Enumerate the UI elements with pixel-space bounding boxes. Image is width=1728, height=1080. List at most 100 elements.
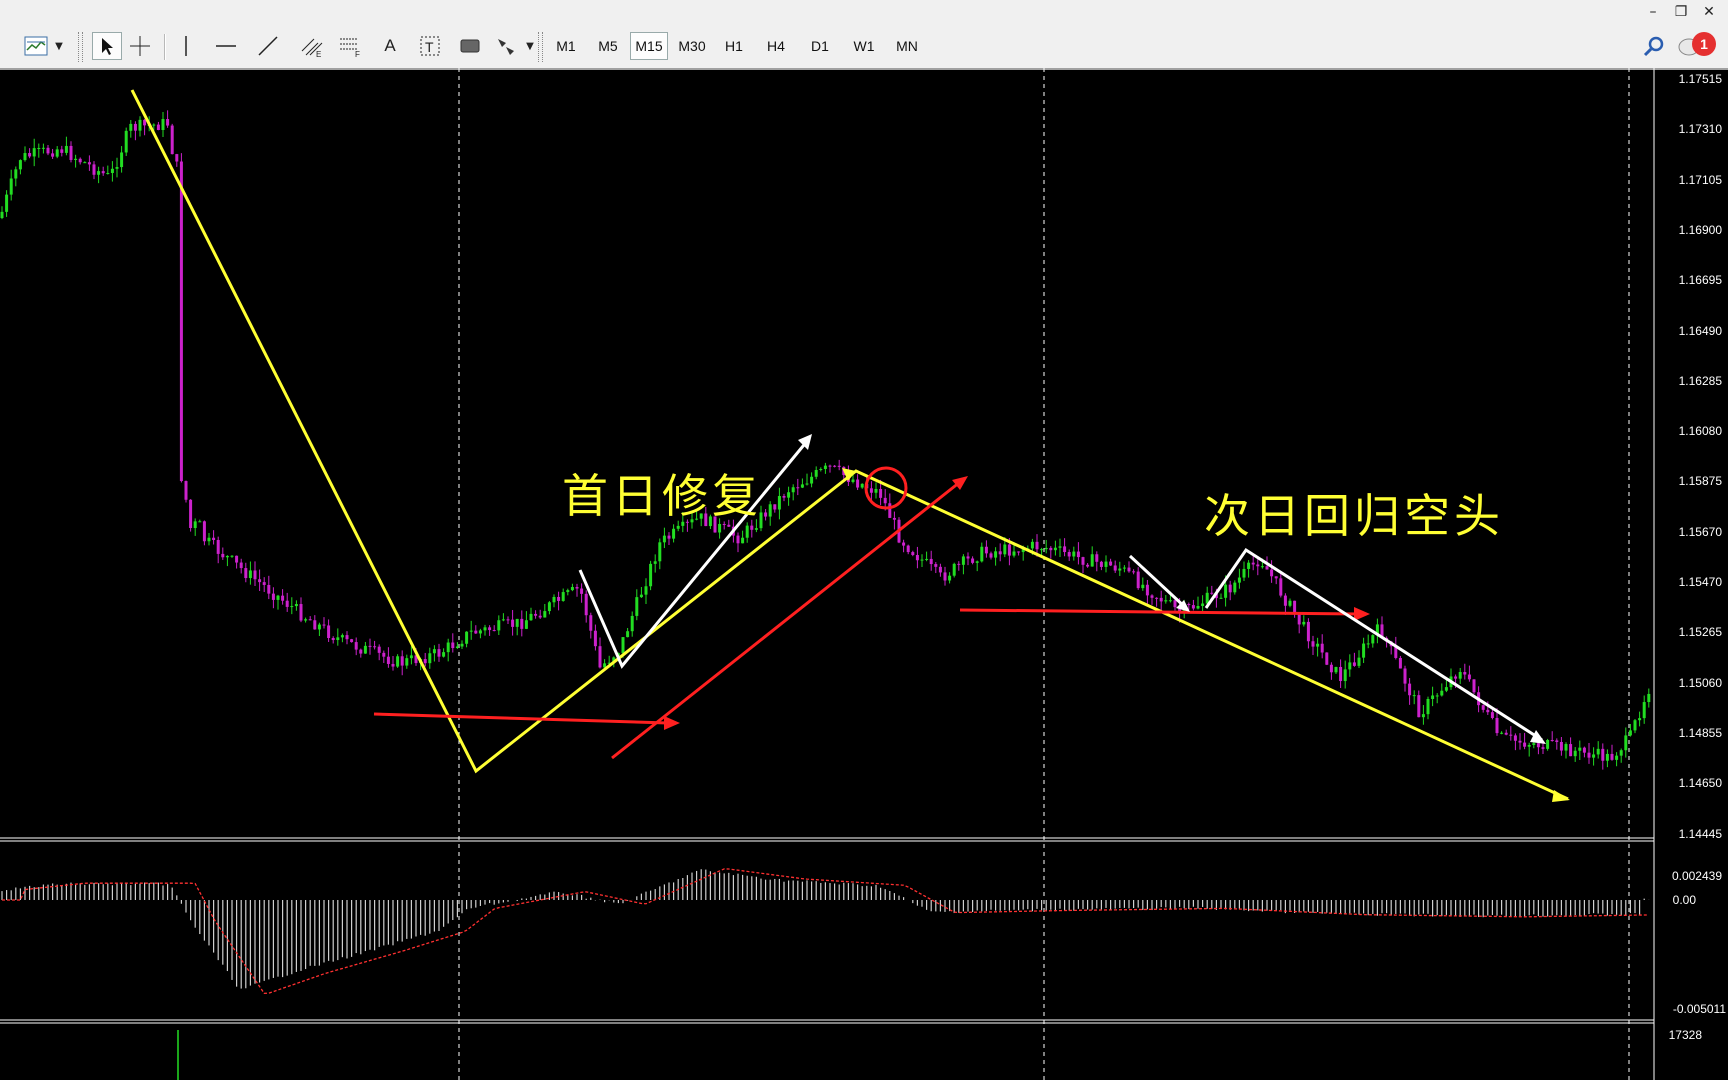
candle-body (557, 596, 561, 601)
candle-body (327, 625, 331, 639)
candle-body (212, 537, 216, 540)
candle-body (1472, 679, 1476, 693)
candle-body (1624, 735, 1628, 751)
candle-body (465, 631, 469, 644)
candle-body (1601, 748, 1605, 761)
candle-body (1155, 597, 1159, 599)
notification-count-badge: 1 (1692, 32, 1716, 56)
candle-body (258, 579, 262, 583)
candle-body (1219, 597, 1223, 599)
candle-body (1573, 750, 1577, 757)
rectangle-icon[interactable] (456, 32, 484, 60)
vertical-line-icon[interactable] (172, 32, 200, 60)
candle-body (920, 559, 924, 561)
arrows-dropdown-icon[interactable]: ▼ (524, 32, 536, 60)
text-label-icon[interactable]: T (416, 32, 444, 60)
indicators-icon[interactable] (20, 32, 52, 60)
search-icon[interactable] (1640, 32, 1668, 60)
candle-body (911, 552, 915, 555)
price-axis-label: 1.15060 (1678, 675, 1722, 690)
candle-body (869, 488, 873, 493)
macd-axis-bottom: -0.005011 (1672, 1002, 1726, 1016)
candle-body (662, 535, 666, 543)
candle-body (1127, 567, 1131, 572)
candle-body (1412, 695, 1416, 697)
close-button[interactable]: ✕ (1696, 2, 1722, 22)
candle-body (1546, 740, 1550, 749)
candle-body (1196, 606, 1200, 609)
cursor-icon[interactable] (92, 32, 122, 60)
candle-body (455, 646, 459, 649)
text-tool-button[interactable]: A (376, 32, 404, 60)
candle-body (129, 123, 133, 131)
candle-body (175, 154, 179, 162)
candle-body (1596, 748, 1600, 755)
candle-body (1536, 743, 1540, 748)
candle-body (87, 162, 91, 165)
candle-body (805, 483, 809, 485)
candle-body (253, 570, 257, 580)
candle-body (1582, 747, 1586, 753)
candle-body (975, 561, 979, 563)
candle-body (1306, 621, 1310, 642)
candle-body (1647, 693, 1651, 703)
timeframe-w1[interactable]: W1 (846, 32, 882, 60)
arrows-icon[interactable] (492, 32, 520, 60)
candle-body (1145, 584, 1149, 596)
candle-body (1633, 720, 1637, 731)
timeframe-h1[interactable]: H1 (716, 32, 752, 60)
candle-body (796, 487, 800, 489)
candle-body (1279, 578, 1283, 596)
candle-body (423, 659, 427, 664)
candle-body (1283, 595, 1287, 606)
candle-body (0, 211, 4, 218)
candle-body (359, 649, 363, 654)
candle-body (823, 465, 827, 469)
timeframe-m5[interactable]: M5 (590, 32, 626, 60)
candle-body (1122, 567, 1126, 569)
candle-body (888, 503, 892, 518)
timeframe-d1[interactable]: D1 (802, 32, 838, 60)
candle-body (1329, 664, 1333, 673)
candle-body (1288, 600, 1292, 606)
candle-body (207, 537, 211, 542)
candle-body (676, 525, 680, 529)
candle-body (152, 124, 156, 126)
timeframe-m15[interactable]: M15 (630, 32, 668, 60)
equidistant-channel-icon[interactable]: E (298, 32, 326, 60)
candle-body (161, 119, 165, 130)
candle-body (819, 468, 823, 470)
restore-button[interactable]: ❐ (1668, 2, 1694, 22)
candle-body (391, 663, 395, 667)
trendline-icon[interactable] (254, 32, 282, 60)
candle-body (1435, 695, 1439, 697)
candle-body (1113, 565, 1117, 571)
candle-body (1159, 597, 1163, 602)
timeframe-mn[interactable]: MN (888, 32, 926, 60)
toolbar-grip (78, 32, 83, 62)
candle-body (1224, 584, 1228, 598)
candle-body (750, 525, 754, 530)
candle-body (1587, 752, 1591, 758)
candle-body (377, 646, 381, 653)
candle-body (561, 592, 565, 601)
candle-body (1352, 662, 1356, 666)
timeframe-m30[interactable]: M30 (672, 32, 712, 60)
candle-body (1141, 584, 1145, 589)
fibonacci-icon[interactable]: F (336, 32, 364, 60)
timeframe-m1[interactable]: M1 (548, 32, 584, 60)
candle-body (566, 590, 570, 593)
price-axis-label: 1.14445 (1678, 826, 1722, 841)
candle-body (198, 521, 202, 523)
candle-body (1044, 547, 1048, 550)
indicators-dropdown-icon[interactable]: ▼ (52, 32, 66, 60)
minimize-button[interactable]: – (1640, 2, 1666, 22)
price-chart[interactable] (0, 68, 1728, 1080)
timeframe-h4[interactable]: H4 (758, 32, 794, 60)
candle-body (373, 646, 377, 648)
candle-body (952, 563, 956, 576)
crosshair-icon[interactable] (126, 32, 154, 60)
horizontal-line-icon[interactable] (212, 32, 240, 60)
candle-body (768, 504, 772, 517)
candle-body (451, 642, 455, 649)
